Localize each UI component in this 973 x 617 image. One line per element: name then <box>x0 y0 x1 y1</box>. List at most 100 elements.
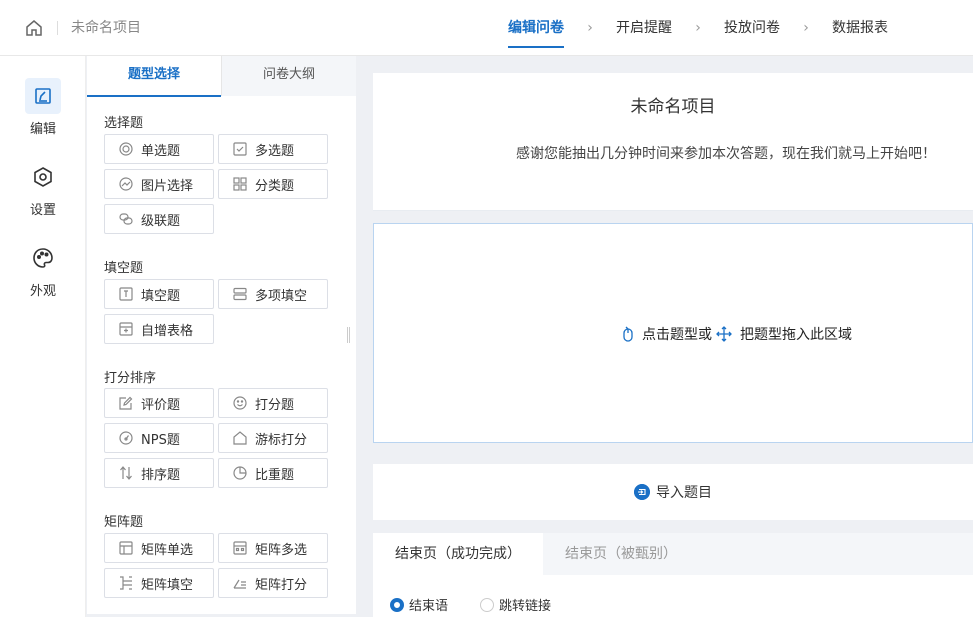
panel-resize-handle[interactable] <box>347 327 350 343</box>
redirect-link-label[interactable]: 跳转链接 <box>499 595 551 614</box>
qtype-label: 矩阵单选 <box>141 542 194 558</box>
edit-note-icon <box>119 396 133 410</box>
mouse-icon <box>623 326 633 342</box>
end-message-label[interactable]: 结束语 <box>409 595 448 614</box>
rail-item-appearance[interactable]: 外观 <box>0 240 86 299</box>
survey-intro[interactable]: 未命名项目 感谢您能抽出几分钟时间来参加本次答题，现在我们就马上开始吧！ <box>373 73 973 211</box>
drop-zone-hint: 点击题型或 把题型拖入此区域 <box>620 324 852 344</box>
qtype-label: 多项填空 <box>255 288 308 304</box>
group-title: 打分排序 <box>104 371 157 386</box>
pie-icon <box>233 466 247 480</box>
qtype-label: 单选题 <box>141 143 181 159</box>
qtype-label: 多选题 <box>255 143 295 159</box>
qtype-rating[interactable]: 评价题 <box>104 388 214 418</box>
step-report[interactable]: 数据报表 <box>832 18 888 38</box>
qtype-label: 打分题 <box>255 397 295 413</box>
tab-outline[interactable]: 问卷大纲 <box>221 56 356 96</box>
qtype-label: 排序题 <box>141 467 181 483</box>
chevron-right-icon: › <box>695 20 701 36</box>
rail-item-label: 编辑 <box>29 122 56 137</box>
end-page-tabs: 结束页（成功完成） 结束页（被甄别） <box>373 533 973 575</box>
qtype-label: 图片选择 <box>141 178 194 194</box>
step-reminder[interactable]: 开启提醒 <box>616 18 672 38</box>
title-divider <box>57 21 58 35</box>
qtype-nps[interactable]: NPS题 <box>104 423 214 453</box>
left-rail: 编辑 设置 外观 <box>0 56 86 617</box>
qtype-image-choice[interactable]: 图片选择 <box>104 169 214 199</box>
qtype-single-choice[interactable]: 单选题 <box>104 134 214 164</box>
group-title: 填空题 <box>104 261 144 276</box>
tab-question-types[interactable]: 题型选择 <box>87 56 221 97</box>
question-drop-zone[interactable]: 点击题型或 把题型拖入此区域 <box>373 223 973 443</box>
end-option-group: 结束语 跳转链接 <box>390 595 551 614</box>
end-message-radio[interactable] <box>390 597 404 612</box>
multi-field-icon <box>233 287 247 301</box>
tab-end-screened[interactable]: 结束页（被甄别） <box>565 533 677 575</box>
qtype-slider-score[interactable]: 游标打分 <box>218 423 328 453</box>
qtype-proportion[interactable]: 比重题 <box>218 458 328 488</box>
qtype-matrix-single[interactable]: 矩阵单选 <box>104 533 214 563</box>
step-publish[interactable]: 投放问卷 <box>724 18 780 38</box>
qtype-category[interactable]: 分类题 <box>218 169 328 199</box>
slider-icon <box>233 431 247 445</box>
rail-item-edit[interactable]: 编辑 <box>0 78 86 137</box>
matrix-icon <box>119 541 133 555</box>
chevron-right-icon: › <box>803 20 809 36</box>
cascade-icon <box>119 213 133 225</box>
rail-item-label: 外观 <box>29 284 56 299</box>
tab-end-success[interactable]: 结束页（成功完成） <box>373 533 543 575</box>
smile-icon <box>233 396 247 410</box>
drop-hint-part2: 把题型拖入此区域 <box>740 327 852 343</box>
project-title[interactable]: 未命名项目 <box>71 18 141 38</box>
qtype-multi-choice[interactable]: 多选题 <box>218 134 328 164</box>
panel-tabs: 题型选择 问卷大纲 <box>87 56 356 97</box>
qtype-label: 游标打分 <box>255 432 308 448</box>
qtype-fill-blank[interactable]: 填空题 <box>104 279 214 309</box>
rail-item-settings[interactable]: 设置 <box>0 159 86 218</box>
qtype-label: 矩阵填空 <box>141 577 194 593</box>
question-type-panel: 题型选择 问卷大纲 选择题 单选题 多选题 图片选择 分类题 级联题 填空题 填… <box>87 56 356 614</box>
redirect-link-radio[interactable] <box>480 597 495 612</box>
qtype-score[interactable]: 打分题 <box>218 388 328 418</box>
settings-icon <box>25 159 61 195</box>
grid-icon <box>233 177 247 191</box>
radio-icon <box>119 142 133 156</box>
qtype-cascade[interactable]: 级联题 <box>104 204 214 234</box>
sort-icon <box>120 466 132 480</box>
rail-item-label: 设置 <box>29 203 56 218</box>
text-field-icon <box>119 287 133 301</box>
chevron-right-icon: › <box>587 20 593 36</box>
qtype-label: 矩阵打分 <box>255 577 308 593</box>
matrix-multi-icon <box>233 541 247 555</box>
home-icon[interactable] <box>24 18 44 38</box>
qtype-label: 矩阵多选 <box>255 542 308 558</box>
qtype-matrix-score[interactable]: 矩阵打分 <box>218 568 328 598</box>
qtype-matrix-multi[interactable]: 矩阵多选 <box>218 533 328 563</box>
qtype-auto-table[interactable]: 自增表格 <box>104 314 214 344</box>
step-nav: 编辑问卷 › 开启提醒 › 投放问卷 › 数据报表 <box>508 0 888 56</box>
matrix-score-icon <box>233 579 246 589</box>
qtype-label: 评价题 <box>141 397 181 413</box>
qtype-multi-fill[interactable]: 多项填空 <box>218 279 328 309</box>
qtype-matrix-fill[interactable]: 矩阵填空 <box>104 568 214 598</box>
survey-title[interactable]: 未命名项目 <box>373 92 973 117</box>
step-edit-survey[interactable]: 编辑问卷 <box>508 18 564 48</box>
qtype-label: 分类题 <box>255 178 295 194</box>
checkbox-icon <box>233 142 247 156</box>
qtype-sort[interactable]: 排序题 <box>104 458 214 488</box>
move-icon <box>716 326 732 342</box>
top-header: 未命名项目 编辑问卷 › 开启提醒 › 投放问卷 › 数据报表 <box>0 0 973 56</box>
image-icon <box>119 177 133 191</box>
qtype-label: 比重题 <box>255 467 295 483</box>
end-page-section: 结束页（成功完成） 结束页（被甄别） 结束语 跳转链接 <box>373 533 973 617</box>
group-title: 选择题 <box>104 116 144 131</box>
qtype-label: 自增表格 <box>141 323 194 339</box>
survey-description[interactable]: 感谢您能抽出几分钟时间来参加本次答题，现在我们就马上开始吧！ <box>516 143 936 163</box>
drop-hint-part1: 点击题型或 <box>642 327 712 343</box>
edit-icon <box>25 78 61 114</box>
qtype-label: 填空题 <box>141 288 181 304</box>
group-title: 矩阵题 <box>104 515 144 530</box>
import-questions-button[interactable]: 导入题目 <box>373 464 973 520</box>
gauge-icon <box>119 431 133 445</box>
table-icon <box>119 322 133 336</box>
